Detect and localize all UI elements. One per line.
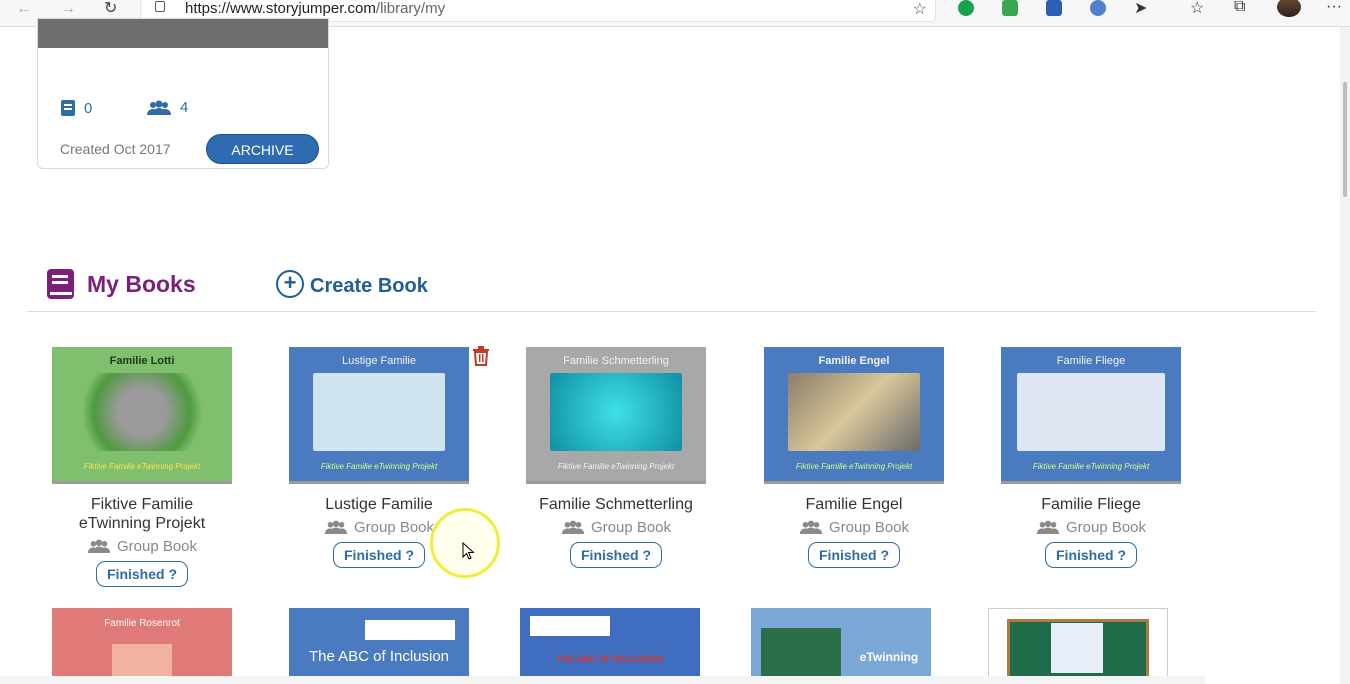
cover-image	[1017, 373, 1165, 451]
book-title[interactable]: Familie Fliege	[1001, 495, 1181, 514]
group-icon	[147, 100, 171, 115]
cover-footer: Fiktive Familie eTwinning Projekt	[320, 462, 438, 471]
finished-button[interactable]: Finished ?	[96, 561, 188, 587]
cover-image	[550, 373, 682, 451]
archive-button[interactable]: ARCHIVE	[206, 134, 319, 164]
more-menu-icon[interactable]: ···	[1326, 0, 1342, 16]
forward-icon[interactable]: →	[60, 0, 76, 18]
book-title[interactable]: Familie Engel	[764, 495, 944, 514]
my-books-title: My Books	[87, 270, 196, 297]
book-cover[interactable]: Familie Rosenrot	[52, 608, 232, 684]
collections-icon[interactable]: ⧉	[1234, 0, 1245, 16]
cover-title: The ABC of Inclusion	[308, 648, 450, 665]
book-type-label: Group Book	[828, 519, 910, 536]
grammarly-icon[interactable]	[958, 0, 974, 16]
finished-button[interactable]: Finished ?	[1045, 542, 1137, 568]
cover-image	[313, 373, 445, 451]
book-cover[interactable]: The ABC of Inclusion	[289, 608, 469, 684]
group-card: 0 4 Created Oct 2017 ARCHIVE	[37, 18, 329, 169]
group-icon	[324, 520, 348, 534]
book-icon	[61, 100, 75, 116]
scrollbar-thumb[interactable]	[1343, 82, 1347, 197]
book-cover[interactable]: THE ABC OF INCLUSION	[520, 608, 700, 684]
cover-title: eTwinning	[859, 650, 919, 664]
created-date: Created Oct 2017	[60, 141, 171, 157]
back-icon[interactable]: ←	[16, 0, 32, 18]
create-book-label: Create Book	[310, 274, 428, 297]
group-icon	[799, 520, 823, 534]
cover-footer: Fiktive Familie eTwinning Projekt	[557, 462, 675, 471]
book-card: Familie Schmetterling Fiktive Familie eT…	[526, 347, 706, 568]
group-icon	[87, 539, 111, 553]
favorites-icon[interactable]: ☆	[1190, 0, 1204, 18]
book-cover[interactable]: Familie Schmetterling Fiktive Familie eT…	[526, 347, 706, 484]
cover-title: THE ABC OF INCLUSION	[556, 654, 664, 664]
book-card: Familie Fliege Fiktive Familie eTwinning…	[1001, 347, 1181, 568]
lock-icon	[155, 1, 165, 12]
mouse-cursor-icon	[462, 542, 474, 560]
trash-icon[interactable]	[472, 346, 490, 366]
eu-flag-banner	[365, 620, 455, 640]
book-type-label: Group Book	[590, 519, 672, 536]
book-title[interactable]: Fiktive Familie eTwinning Projekt	[52, 495, 232, 533]
page-scrollbar[interactable]	[1340, 27, 1350, 684]
cover-image	[72, 373, 212, 451]
book-type-label: Group Book	[1065, 519, 1147, 536]
profile-avatar[interactable]	[1277, 0, 1301, 17]
books-count: 0	[60, 99, 92, 117]
cover-title: Familie Rosenrot	[104, 618, 180, 629]
url-text: https://www.storyjumper.com/library/my	[185, 0, 446, 17]
eu-flag-banner	[530, 616, 610, 636]
cover-title: Lustige Familie	[342, 355, 416, 367]
reload-icon[interactable]: ↻	[104, 0, 117, 18]
members-count-value: 4	[180, 99, 189, 116]
book-cover[interactable]	[988, 608, 1168, 684]
cover-footer: Fiktive Familie eTwinning Projekt	[83, 462, 201, 471]
cover-footer: Fiktive Familie eTwinning Projekt	[795, 462, 913, 471]
book-type: Group Book	[52, 538, 232, 555]
book-type-label: Group Book	[353, 519, 435, 536]
my-books-icon	[47, 269, 74, 299]
book-cover[interactable]: Familie Lotti Fiktive Familie eTwinning …	[52, 347, 232, 484]
word-extension-icon[interactable]	[1046, 0, 1062, 16]
pointer-extension-icon[interactable]: ➤	[1134, 0, 1147, 18]
extension-green-icon[interactable]	[1002, 0, 1018, 16]
cover-image	[788, 373, 920, 451]
book-cover[interactable]: eTwinning	[751, 608, 931, 684]
cover-title: Familie Fliege	[1056, 355, 1126, 367]
finished-button[interactable]: Finished ?	[333, 542, 425, 568]
book-type: Group Book	[526, 519, 706, 536]
members-count: 4	[146, 99, 188, 116]
book-cover[interactable]: Familie Fliege Fiktive Familie eTwinning…	[1001, 347, 1181, 484]
book-title[interactable]: Familie Schmetterling	[526, 495, 706, 514]
extension-blue-icon[interactable]	[1090, 0, 1106, 16]
alphabet-chart	[1051, 623, 1103, 673]
create-book-button[interactable]: + Create Book	[276, 270, 428, 298]
book-cover[interactable]: Familie Engel Fiktive Familie eTwinning …	[764, 347, 944, 484]
cover-title: Familie Engel	[818, 355, 890, 367]
cover-footer: Fiktive Familie eTwinning Projekt	[1032, 462, 1150, 471]
book-type: Group Book	[764, 519, 944, 536]
finished-button[interactable]: Finished ?	[570, 542, 662, 568]
cover-title: Familie Lotti	[109, 355, 175, 367]
book-type: Group Book	[1001, 519, 1181, 536]
book-card: Familie Engel Fiktive Familie eTwinning …	[764, 347, 944, 568]
group-icon	[561, 520, 585, 534]
book-cover[interactable]: Lustige Familie Fiktive Familie eTwinnin…	[289, 347, 469, 484]
cover-title: Familie Schmetterling	[563, 355, 669, 367]
finished-button[interactable]: Finished ?	[808, 542, 900, 568]
favorite-star-icon[interactable]: ☆	[913, 0, 927, 19]
plus-circle-icon: +	[276, 270, 304, 298]
section-divider	[27, 311, 1316, 312]
group-card-banner	[38, 19, 328, 48]
status-bar	[0, 676, 1205, 684]
book-card: Familie Lotti Fiktive Familie eTwinning …	[52, 347, 232, 587]
my-books-heading: My Books	[46, 268, 196, 300]
group-icon	[1036, 520, 1060, 534]
books-count-value: 0	[84, 99, 93, 117]
book-title[interactable]: Lustige Familie	[289, 495, 469, 514]
book-type-label: Group Book	[116, 538, 198, 555]
